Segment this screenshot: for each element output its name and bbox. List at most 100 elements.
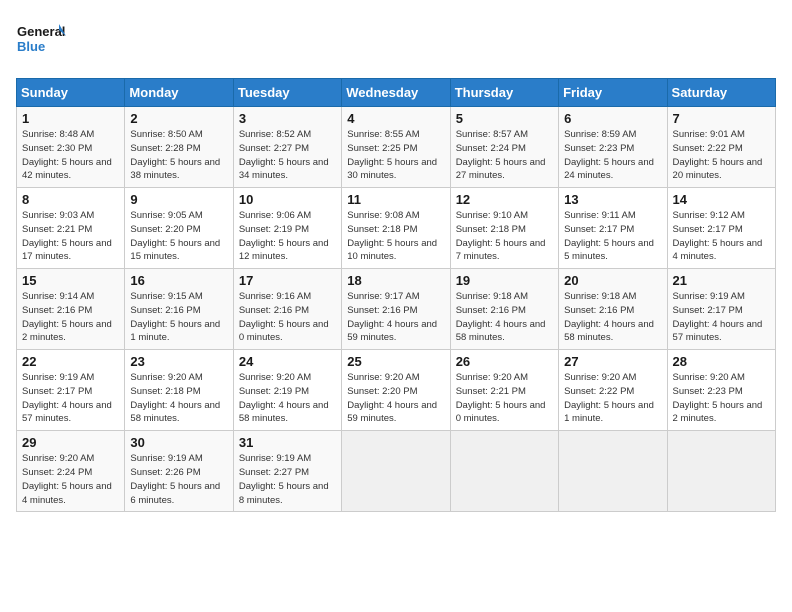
day-info: Sunrise: 9:03 AMSunset: 2:21 PMDaylight:… <box>22 209 119 264</box>
day-number: 19 <box>456 273 553 288</box>
calendar-day: 19 Sunrise: 9:18 AMSunset: 2:16 PMDayligh… <box>450 269 558 350</box>
calendar-day: 11Sunrise: 9:08 AMSunset: 2:18 PMDayligh… <box>342 188 450 269</box>
calendar-day: 31 Sunrise: 9:19 AMSunset: 2:27 PMDayligh… <box>233 431 341 512</box>
day-number: 23 <box>130 354 227 369</box>
col-header-saturday: Saturday <box>667 79 775 107</box>
day-info: Sunrise: 9:16 AMSunset: 2:16 PMDaylight:… <box>239 290 336 345</box>
col-header-wednesday: Wednesday <box>342 79 450 107</box>
calendar-day: 25Sunrise: 9:20 AMSunset: 2:20 PMDayligh… <box>342 350 450 431</box>
calendar-day: 3 Sunrise: 8:52 AMSunset: 2:27 PMDaylight… <box>233 107 341 188</box>
day-info: Sunrise: 9:06 AMSunset: 2:19 PMDaylight:… <box>239 209 336 264</box>
day-info: Sunrise: 9:11 AMSunset: 2:17 PMDaylight:… <box>564 209 661 264</box>
day-number: 13 <box>564 192 661 207</box>
day-info: Sunrise: 9:18 AMSunset: 2:16 PMDaylight:… <box>456 290 553 345</box>
calendar-day: 18 Sunrise: 9:17 AMSunset: 2:16 PMDayligh… <box>342 269 450 350</box>
calendar-week-row: 22 Sunrise: 9:19 AMSunset: 2:17 PMDayligh… <box>17 350 776 431</box>
day-number: 1 <box>22 111 119 126</box>
day-info: Sunrise: 8:57 AMSunset: 2:24 PMDaylight:… <box>456 128 553 183</box>
day-number: 10 <box>239 192 336 207</box>
day-info: Sunrise: 9:10 AMSunset: 2:18 PMDaylight:… <box>456 209 553 264</box>
day-number: 17 <box>239 273 336 288</box>
calendar-day: 13 Sunrise: 9:11 AMSunset: 2:17 PMDayligh… <box>559 188 667 269</box>
day-number: 30 <box>130 435 227 450</box>
calendar-day: 5Sunrise: 8:57 AMSunset: 2:24 PMDaylight… <box>450 107 558 188</box>
day-info: Sunrise: 9:20 AMSunset: 2:21 PMDaylight:… <box>456 371 553 426</box>
page-header: General Blue <box>16 16 776 66</box>
day-number: 4 <box>347 111 444 126</box>
calendar-day: 1 Sunrise: 8:48 AMSunset: 2:30 PMDaylight… <box>17 107 125 188</box>
day-info: Sunrise: 8:52 AMSunset: 2:27 PMDaylight:… <box>239 128 336 183</box>
calendar-day: 9 Sunrise: 9:05 AMSunset: 2:20 PMDaylight… <box>125 188 233 269</box>
logo: General Blue <box>16 16 66 66</box>
svg-text:General: General <box>17 24 65 39</box>
day-number: 26 <box>456 354 553 369</box>
calendar-day: 12 Sunrise: 9:10 AMSunset: 2:18 PMDayligh… <box>450 188 558 269</box>
calendar-day: 28 Sunrise: 9:20 AMSunset: 2:23 PMDayligh… <box>667 350 775 431</box>
day-info: Sunrise: 9:20 AMSunset: 2:18 PMDaylight:… <box>130 371 227 426</box>
calendar-day: 24Sunrise: 9:20 AMSunset: 2:19 PMDayligh… <box>233 350 341 431</box>
day-number: 14 <box>673 192 770 207</box>
calendar-day: 30Sunrise: 9:19 AMSunset: 2:26 PMDayligh… <box>125 431 233 512</box>
calendar-day: 23 Sunrise: 9:20 AMSunset: 2:18 PMDayligh… <box>125 350 233 431</box>
calendar-table: SundayMondayTuesdayWednesdayThursdayFrid… <box>16 78 776 512</box>
col-header-thursday: Thursday <box>450 79 558 107</box>
day-number: 21 <box>673 273 770 288</box>
day-info: Sunrise: 8:48 AMSunset: 2:30 PMDaylight:… <box>22 128 119 183</box>
calendar-week-row: 8 Sunrise: 9:03 AMSunset: 2:21 PMDaylight… <box>17 188 776 269</box>
day-info: Sunrise: 9:20 AMSunset: 2:22 PMDaylight:… <box>564 371 661 426</box>
day-info: Sunrise: 9:18 AMSunset: 2:16 PMDaylight:… <box>564 290 661 345</box>
day-info: Sunrise: 9:20 AMSunset: 2:23 PMDaylight:… <box>673 371 770 426</box>
day-number: 11 <box>347 192 444 207</box>
day-number: 6 <box>564 111 661 126</box>
calendar-day: 7 Sunrise: 9:01 AMSunset: 2:22 PMDaylight… <box>667 107 775 188</box>
calendar-day: 17 Sunrise: 9:16 AMSunset: 2:16 PMDayligh… <box>233 269 341 350</box>
calendar-day: 14Sunrise: 9:12 AMSunset: 2:17 PMDayligh… <box>667 188 775 269</box>
calendar-day: 20Sunrise: 9:18 AMSunset: 2:16 PMDayligh… <box>559 269 667 350</box>
calendar-day: 16 Sunrise: 9:15 AMSunset: 2:16 PMDayligh… <box>125 269 233 350</box>
calendar-day: 21 Sunrise: 9:19 AMSunset: 2:17 PMDayligh… <box>667 269 775 350</box>
day-info: Sunrise: 9:19 AMSunset: 2:17 PMDaylight:… <box>22 371 119 426</box>
day-info: Sunrise: 9:17 AMSunset: 2:16 PMDaylight:… <box>347 290 444 345</box>
day-number: 31 <box>239 435 336 450</box>
day-number: 16 <box>130 273 227 288</box>
day-number: 12 <box>456 192 553 207</box>
day-info: Sunrise: 9:14 AMSunset: 2:16 PMDaylight:… <box>22 290 119 345</box>
day-info: Sunrise: 9:05 AMSunset: 2:20 PMDaylight:… <box>130 209 227 264</box>
calendar-week-row: 1 Sunrise: 8:48 AMSunset: 2:30 PMDaylight… <box>17 107 776 188</box>
calendar-day: 15 Sunrise: 9:14 AMSunset: 2:16 PMDayligh… <box>17 269 125 350</box>
day-info: Sunrise: 8:59 AMSunset: 2:23 PMDaylight:… <box>564 128 661 183</box>
day-number: 2 <box>130 111 227 126</box>
day-number: 18 <box>347 273 444 288</box>
day-info: Sunrise: 8:50 AMSunset: 2:28 PMDaylight:… <box>130 128 227 183</box>
calendar-day: 8 Sunrise: 9:03 AMSunset: 2:21 PMDaylight… <box>17 188 125 269</box>
logo-icon: General Blue <box>16 16 66 66</box>
calendar-day: 10 Sunrise: 9:06 AMSunset: 2:19 PMDayligh… <box>233 188 341 269</box>
day-info: Sunrise: 8:55 AMSunset: 2:25 PMDaylight:… <box>347 128 444 183</box>
calendar-day <box>342 431 450 512</box>
calendar-header-row: SundayMondayTuesdayWednesdayThursdayFrid… <box>17 79 776 107</box>
day-info: Sunrise: 9:01 AMSunset: 2:22 PMDaylight:… <box>673 128 770 183</box>
day-number: 7 <box>673 111 770 126</box>
day-number: 15 <box>22 273 119 288</box>
day-number: 8 <box>22 192 119 207</box>
col-header-friday: Friday <box>559 79 667 107</box>
day-number: 3 <box>239 111 336 126</box>
day-info: Sunrise: 9:19 AMSunset: 2:27 PMDaylight:… <box>239 452 336 507</box>
calendar-day: 6 Sunrise: 8:59 AMSunset: 2:23 PMDaylight… <box>559 107 667 188</box>
day-info: Sunrise: 9:15 AMSunset: 2:16 PMDaylight:… <box>130 290 227 345</box>
day-info: Sunrise: 9:19 AMSunset: 2:17 PMDaylight:… <box>673 290 770 345</box>
day-number: 29 <box>22 435 119 450</box>
day-number: 9 <box>130 192 227 207</box>
day-info: Sunrise: 9:20 AMSunset: 2:20 PMDaylight:… <box>347 371 444 426</box>
col-header-tuesday: Tuesday <box>233 79 341 107</box>
calendar-week-row: 29Sunrise: 9:20 AMSunset: 2:24 PMDayligh… <box>17 431 776 512</box>
day-number: 28 <box>673 354 770 369</box>
calendar-day: 2 Sunrise: 8:50 AMSunset: 2:28 PMDaylight… <box>125 107 233 188</box>
calendar-day <box>559 431 667 512</box>
day-info: Sunrise: 9:20 AMSunset: 2:19 PMDaylight:… <box>239 371 336 426</box>
day-number: 27 <box>564 354 661 369</box>
svg-text:Blue: Blue <box>17 39 45 54</box>
calendar-day <box>450 431 558 512</box>
calendar-day: 22 Sunrise: 9:19 AMSunset: 2:17 PMDayligh… <box>17 350 125 431</box>
day-number: 22 <box>22 354 119 369</box>
